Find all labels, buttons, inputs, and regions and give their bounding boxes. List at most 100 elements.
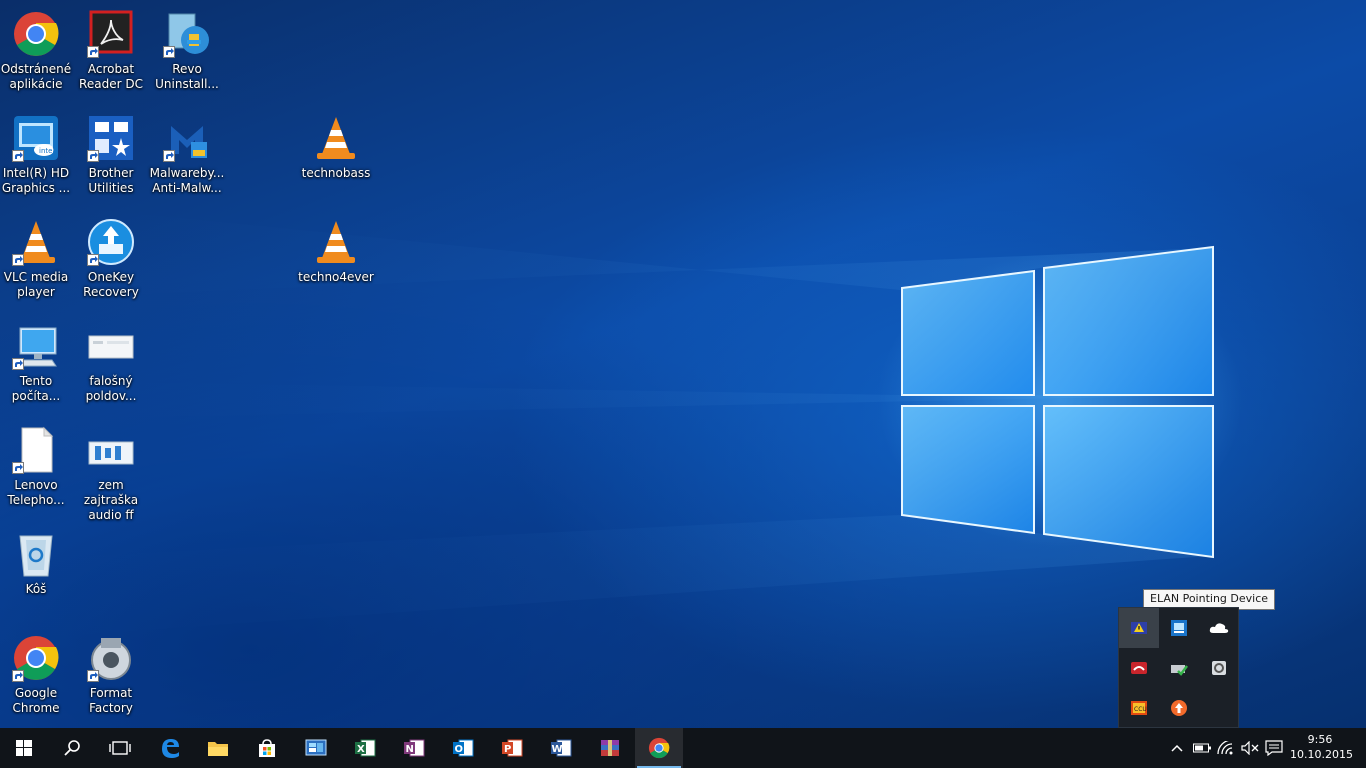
- wifi-icon: [1217, 741, 1233, 755]
- svg-text:CCU: CCU: [1134, 706, 1147, 713]
- chrome-icon: [648, 737, 670, 759]
- revo-uninstaller-icon: [163, 10, 211, 58]
- word-icon: W: [551, 739, 572, 757]
- taskbar-word[interactable]: W: [537, 728, 585, 768]
- taskbar: X N O P W 9:56 10.10.2015: [0, 728, 1366, 768]
- recycle-bin-icon: [12, 530, 60, 578]
- shortcut-arrow-icon: [12, 462, 24, 474]
- computer-icon: [12, 322, 60, 370]
- intel-graphics-icon: intel: [12, 114, 60, 162]
- svg-text:N: N: [406, 744, 414, 755]
- safely-remove-hardware-icon[interactable]: [1159, 648, 1199, 688]
- svg-text:O: O: [455, 744, 464, 755]
- taskbar-outlook[interactable]: O: [439, 728, 487, 768]
- shortcut-arrow-icon: [87, 150, 99, 162]
- store-icon: [259, 739, 275, 757]
- winrar-icon: [601, 740, 619, 756]
- outlook-icon: O: [453, 739, 474, 757]
- desktop-icon-revo-uninstaller[interactable]: Revo Uninstall...: [149, 4, 225, 102]
- desktop-icon-format-factory[interactable]: Format Factory: [73, 628, 149, 726]
- network-button[interactable]: [1214, 728, 1238, 768]
- edge-icon: [162, 739, 179, 758]
- desktop-icon-google-chrome[interactable]: Google Chrome: [0, 628, 74, 726]
- desktop-icon-intel-graphics[interactable]: intel Intel(R) HD Graphics ...: [0, 108, 74, 206]
- brother-utilities-icon: [87, 114, 135, 162]
- vlc-icon: [312, 218, 360, 266]
- ccu-tray-icon[interactable]: CCU: [1119, 688, 1159, 728]
- desktop-icon-lenovo-telephony[interactable]: Lenovo Telepho...: [0, 420, 74, 518]
- volume-button[interactable]: [1238, 728, 1262, 768]
- vlc-icon: [312, 114, 360, 162]
- svg-text:intel: intel: [39, 147, 54, 155]
- desktop-icon-odstranene-aplikacie[interactable]: Odstránené aplikácie: [0, 4, 74, 102]
- taskbar-winrar[interactable]: [586, 728, 634, 768]
- action-center-icon: [1265, 740, 1283, 756]
- action-center-button[interactable]: [1262, 728, 1286, 768]
- show-hidden-icons-button[interactable]: [1166, 728, 1188, 768]
- taskbar-onenote[interactable]: N: [390, 728, 438, 768]
- desktop-icon-acrobat-reader-dc[interactable]: Acrobat Reader DC: [73, 4, 149, 102]
- onenote-icon: N: [404, 739, 425, 757]
- battery-button[interactable]: [1190, 728, 1214, 768]
- shortcut-arrow-icon: [12, 358, 24, 370]
- desktop-icon-brother-utilities[interactable]: Brother Utilities: [73, 108, 149, 206]
- clock-date: 10.10.2015: [1290, 748, 1353, 761]
- chevron-up-icon: [1171, 744, 1183, 752]
- ccleaner-tray-icon[interactable]: [1199, 648, 1239, 688]
- shortcut-arrow-icon: [163, 46, 175, 58]
- svg-text:W: W: [552, 744, 563, 755]
- phone-tray-icon[interactable]: [1119, 648, 1159, 688]
- clock-time: 9:56: [1307, 733, 1333, 746]
- taskbar-excel[interactable]: X: [341, 728, 389, 768]
- start-icon: [16, 740, 32, 756]
- onedrive-icon[interactable]: [1199, 608, 1239, 648]
- svg-text:X: X: [357, 744, 365, 755]
- desktop-icon-malwarebytes[interactable]: Malwareby... Anti-Malw...: [149, 108, 225, 206]
- desktop-icon-technobass[interactable]: technobass: [298, 108, 374, 206]
- intel-graphics-tray-icon[interactable]: [1159, 608, 1199, 648]
- svg-text:P: P: [504, 744, 511, 755]
- update-arrow-icon[interactable]: [1159, 688, 1199, 728]
- taskbar-store[interactable]: [243, 728, 291, 768]
- audio-file-icon: [87, 426, 135, 474]
- tray-overflow-flyout: CCU: [1118, 607, 1239, 728]
- acrobat-reader-icon: [87, 10, 135, 58]
- task-view-button[interactable]: [96, 728, 144, 768]
- desktop-icon-onekey-recovery[interactable]: OneKey Recovery: [73, 212, 149, 310]
- taskbar-powerpoint[interactable]: P: [488, 728, 536, 768]
- desktop-icon-zem-zajtraska-audio[interactable]: zem zajtraška audio ff: [73, 420, 149, 522]
- excel-icon: X: [355, 739, 376, 757]
- search-button[interactable]: [48, 728, 96, 768]
- clock[interactable]: 9:56 10.10.2015: [1290, 732, 1353, 762]
- control-panel-icon: [305, 739, 327, 756]
- file-thumbnail-icon: [87, 322, 135, 370]
- taskbar-file-explorer[interactable]: [194, 728, 242, 768]
- vlc-icon: [12, 218, 60, 266]
- format-factory-icon: [87, 634, 135, 682]
- taskbar-chrome[interactable]: [635, 728, 683, 768]
- desktop-icon-falosny-poldov[interactable]: falošný poldov...: [73, 316, 149, 414]
- shortcut-arrow-icon: [163, 150, 175, 162]
- malwarebytes-icon: [163, 114, 211, 162]
- desktop-icon-recycle-bin[interactable]: Kôš: [0, 524, 74, 622]
- volume-muted-icon: [1241, 741, 1259, 755]
- taskbar-control-panel[interactable]: [292, 728, 340, 768]
- powerpoint-icon: P: [502, 739, 523, 757]
- desktop-icon-techno4ever[interactable]: techno4ever: [298, 212, 374, 310]
- chrome-icon: [12, 634, 60, 682]
- desktop-icon-this-pc[interactable]: Tento počíta...: [0, 316, 74, 414]
- shortcut-arrow-icon: [12, 254, 24, 266]
- file-explorer-icon: [208, 742, 228, 756]
- elan-pointing-device-icon[interactable]: [1119, 608, 1159, 648]
- blank-file-icon: [12, 426, 60, 474]
- taskbar-edge[interactable]: [146, 728, 194, 768]
- shortcut-arrow-icon: [87, 670, 99, 682]
- start-button[interactable]: [0, 728, 48, 768]
- shortcut-arrow-icon: [87, 254, 99, 266]
- task-view-icon: [109, 741, 131, 755]
- shortcut-arrow-icon: [87, 46, 99, 58]
- desktop-icon-vlc-media-player[interactable]: VLC media player: [0, 212, 74, 310]
- chrome-icon: [12, 10, 60, 58]
- battery-icon: [1193, 743, 1211, 753]
- shortcut-arrow-icon: [12, 150, 24, 162]
